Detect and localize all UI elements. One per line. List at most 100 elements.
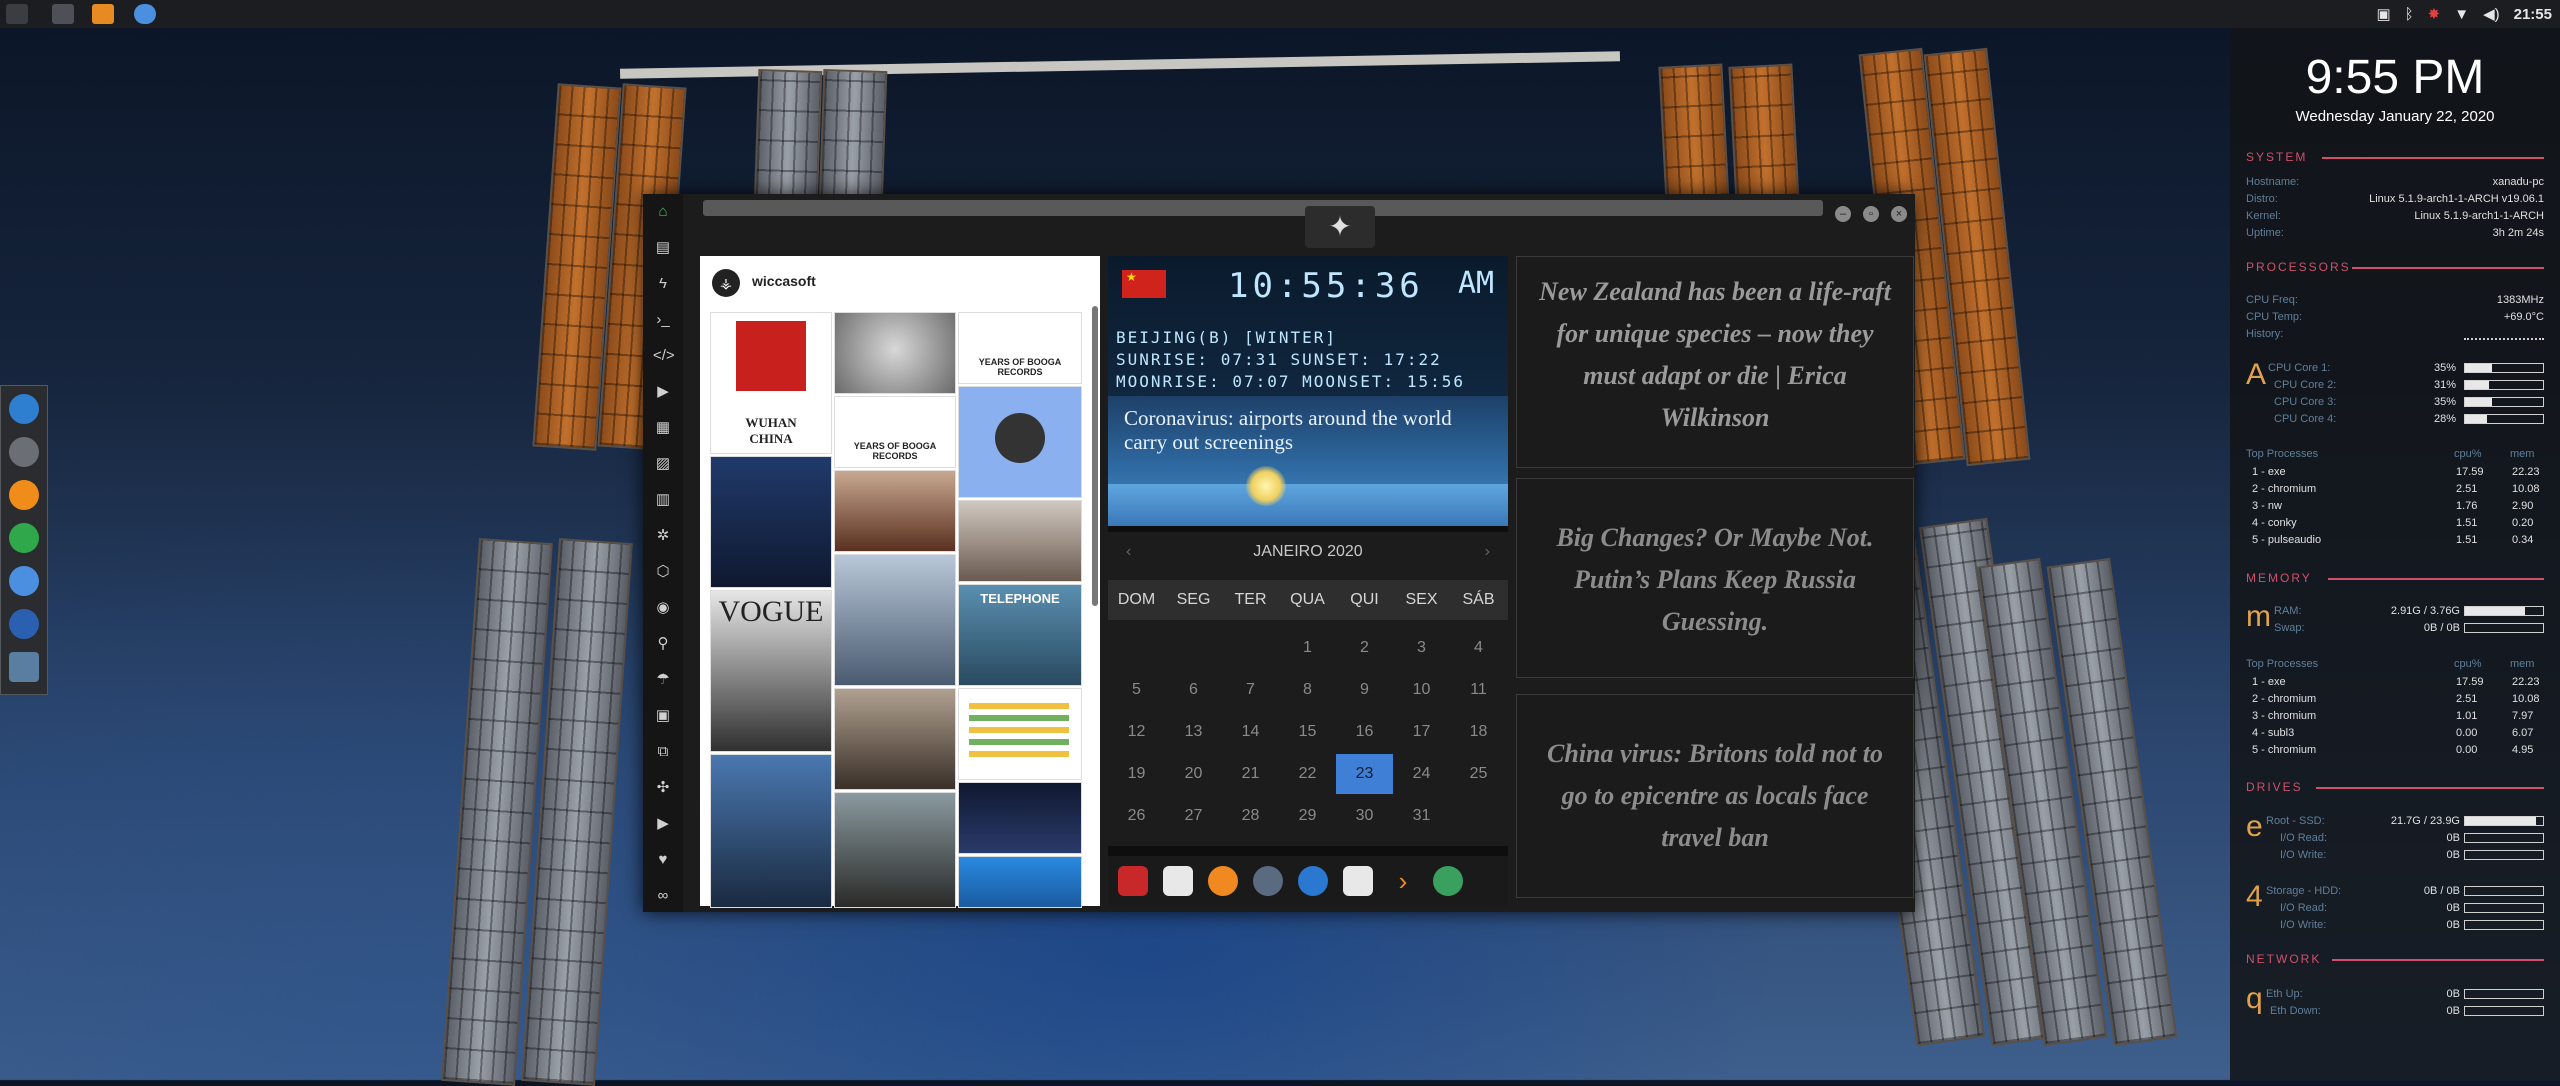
settings-cog-icon[interactable]: ✲ bbox=[653, 526, 673, 546]
window-titlebar[interactable]: ✦ – ▫ × bbox=[695, 200, 1915, 248]
calendar-day[interactable]: 19 bbox=[1108, 754, 1165, 794]
files-icon[interactable] bbox=[52, 4, 74, 24]
app-menu-icon[interactable] bbox=[6, 4, 28, 24]
calendar-day[interactable]: 8 bbox=[1279, 670, 1336, 710]
calendar-day[interactable]: 13 bbox=[1165, 712, 1222, 752]
desktop-app-icon[interactable] bbox=[9, 609, 39, 639]
calendar-day[interactable]: 28 bbox=[1222, 796, 1279, 836]
search-icon[interactable]: ⚲ bbox=[653, 634, 673, 654]
clock-text[interactable]: 21:55 bbox=[2514, 6, 2552, 23]
lightning-icon[interactable]: ϟ bbox=[653, 274, 673, 294]
photo-tile[interactable]: TELEPHONE bbox=[958, 584, 1082, 686]
calendar-day[interactable]: 31 bbox=[1393, 796, 1450, 836]
globe-app-icon[interactable] bbox=[1298, 866, 1328, 896]
photo-tile[interactable]: WUHAN CHINA bbox=[710, 312, 832, 454]
photo-tile[interactable] bbox=[834, 554, 956, 686]
link-icon[interactable]: ∞ bbox=[653, 886, 673, 906]
calendar-day-today[interactable]: 23 bbox=[1336, 754, 1393, 794]
photo-tile[interactable] bbox=[834, 688, 956, 790]
calendar-day[interactable]: 9 bbox=[1336, 670, 1393, 710]
yandex-icon[interactable] bbox=[1433, 866, 1463, 896]
news-card-title[interactable]: Big Changes? Or Maybe Not. Putin’s Plans… bbox=[1531, 517, 1899, 643]
calendar-day[interactable]: 1 bbox=[1279, 628, 1336, 668]
photo-tile[interactable] bbox=[834, 792, 956, 908]
calendar-app-icon[interactable] bbox=[1163, 866, 1193, 896]
avatar[interactable]: ⚶ bbox=[712, 269, 740, 297]
headline-text[interactable]: Coronavirus: airports around the world c… bbox=[1124, 406, 1494, 454]
news-card-title[interactable]: New Zealand has been a life-raft for uni… bbox=[1531, 271, 1899, 439]
photo-tile[interactable]: VOGUE bbox=[710, 590, 832, 752]
document-icon[interactable]: ▤ bbox=[653, 238, 673, 258]
photo-tile[interactable] bbox=[710, 456, 832, 588]
calendar-day[interactable]: 30 bbox=[1336, 796, 1393, 836]
calendar-day[interactable]: 2 bbox=[1336, 628, 1393, 668]
calendar-day[interactable]: 21 bbox=[1222, 754, 1279, 794]
files-app-icon[interactable] bbox=[9, 394, 39, 424]
calendar-day[interactable]: 14 bbox=[1222, 712, 1279, 752]
address-bar[interactable] bbox=[703, 200, 1823, 216]
activity-app-icon[interactable] bbox=[9, 523, 39, 553]
photo-tile[interactable] bbox=[958, 856, 1082, 908]
next-month-button[interactable]: › bbox=[1485, 532, 1490, 572]
calendar-day[interactable]: 26 bbox=[1108, 796, 1165, 836]
photo-tile[interactable] bbox=[710, 754, 832, 908]
wifi-icon[interactable]: ▼ bbox=[2454, 6, 2469, 23]
news-card[interactable]: China virus: Britons told not to go to e… bbox=[1516, 694, 1914, 898]
alert-icon[interactable]: ✸ bbox=[2428, 5, 2441, 23]
screenshot-icon[interactable]: ▣ bbox=[2376, 5, 2390, 23]
photo-tile[interactable]: YEARS OF BOOGA RECORDS bbox=[958, 312, 1082, 384]
expand-icon[interactable]: ✣ bbox=[653, 778, 673, 798]
minimize-button[interactable]: – bbox=[1835, 206, 1851, 222]
date-app-icon[interactable] bbox=[1343, 866, 1373, 896]
calendar-day[interactable]: 24 bbox=[1393, 754, 1450, 794]
photo-tile[interactable] bbox=[958, 386, 1082, 498]
calendar-day[interactable]: 7 bbox=[1222, 670, 1279, 710]
maximize-button[interactable]: ▫ bbox=[1863, 206, 1879, 222]
arrow-app-icon[interactable]: › bbox=[1388, 866, 1418, 896]
photo-tile[interactable] bbox=[958, 500, 1082, 582]
sticker-icon[interactable]: ▦ bbox=[653, 418, 673, 438]
username[interactable]: wiccasoft bbox=[752, 273, 816, 289]
calendar-day[interactable]: 20 bbox=[1165, 754, 1222, 794]
calendar-day[interactable]: 18 bbox=[1450, 712, 1507, 752]
chromium-app-icon[interactable] bbox=[9, 566, 39, 596]
calendar-day[interactable]: 15 bbox=[1279, 712, 1336, 752]
calendar-day[interactable]: 3 bbox=[1393, 628, 1450, 668]
news-card[interactable]: New Zealand has been a life-raft for uni… bbox=[1516, 256, 1914, 468]
clock-app-icon[interactable] bbox=[1253, 866, 1283, 896]
tags-icon[interactable]: ⧉ bbox=[653, 742, 673, 762]
image-icon[interactable]: ▨ bbox=[653, 454, 673, 474]
code-icon[interactable]: </> bbox=[653, 346, 675, 366]
youtube-icon[interactable]: ▶ bbox=[653, 814, 673, 834]
search-app-icon[interactable] bbox=[1208, 866, 1238, 896]
hexagon-icon[interactable]: ⬡ bbox=[653, 562, 673, 582]
calendar-day[interactable]: 11 bbox=[1450, 670, 1507, 710]
calendar-day[interactable]: 4 bbox=[1450, 628, 1507, 668]
photo-tile[interactable]: YEARS OF BOOGA RECORDS bbox=[834, 396, 956, 468]
bluetooth-icon[interactable]: ᛒ bbox=[2405, 6, 2414, 23]
close-button[interactable]: × bbox=[1891, 206, 1907, 222]
feed-scrollbar[interactable] bbox=[1092, 306, 1098, 606]
photo-tile[interactable] bbox=[958, 688, 1082, 780]
calendar-day[interactable]: 10 bbox=[1393, 670, 1450, 710]
play-icon[interactable]: ▶ bbox=[653, 382, 673, 402]
calendar-day[interactable]: 12 bbox=[1108, 712, 1165, 752]
calendar-day[interactable]: 29 bbox=[1279, 796, 1336, 836]
globe-icon[interactable]: ◉ bbox=[653, 598, 673, 618]
triangle-alert-icon[interactable] bbox=[1118, 866, 1148, 896]
terminal-icon[interactable]: ›_ bbox=[653, 310, 673, 330]
s-app-icon[interactable] bbox=[9, 480, 39, 510]
photo-tile[interactable] bbox=[958, 782, 1082, 854]
calendar-day[interactable]: 22 bbox=[1279, 754, 1336, 794]
home-icon[interactable]: ⌂ bbox=[653, 202, 673, 222]
portrait-icon[interactable]: ▣ bbox=[653, 706, 673, 726]
sublime-icon[interactable] bbox=[92, 4, 114, 24]
calendar-day[interactable]: 25 bbox=[1450, 754, 1507, 794]
globe-app-icon[interactable] bbox=[9, 652, 39, 682]
headline-widget[interactable]: Coronavirus: airports around the world c… bbox=[1108, 396, 1508, 526]
money-app-icon[interactable] bbox=[9, 437, 39, 467]
umbrella-icon[interactable]: ☂ bbox=[653, 670, 673, 690]
calendar-day[interactable]: 6 bbox=[1165, 670, 1222, 710]
volume-icon[interactable]: ◀) bbox=[2483, 5, 2500, 23]
photo-tile[interactable] bbox=[834, 312, 956, 394]
